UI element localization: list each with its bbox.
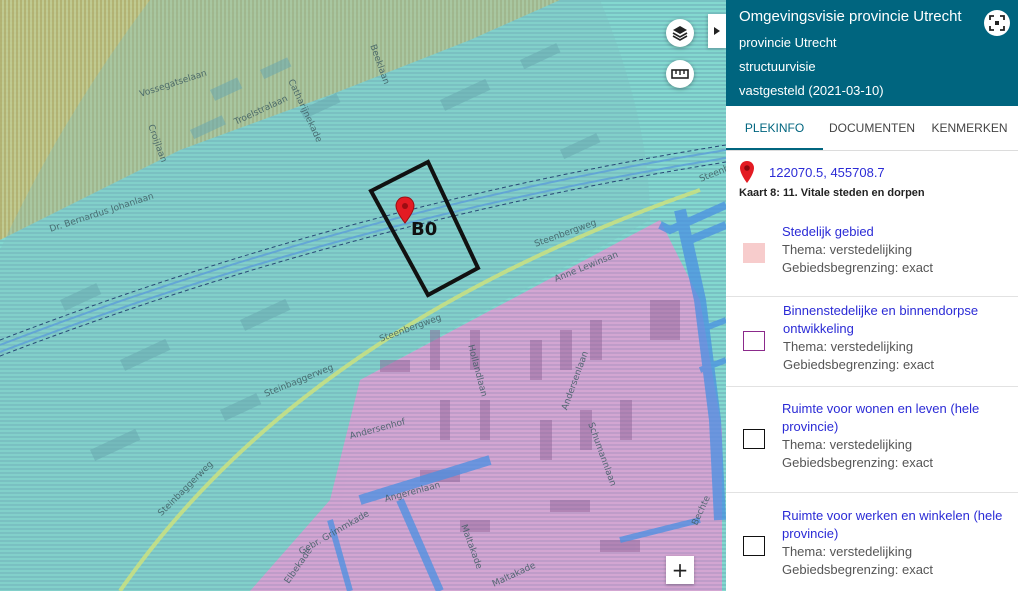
fullscreen-button[interactable] bbox=[984, 10, 1010, 36]
zoom-in-button[interactable]: + bbox=[666, 556, 694, 584]
legend-entry: Ruimte voor werken en winkelen (hele pro… bbox=[782, 507, 1012, 579]
divider bbox=[726, 296, 1018, 297]
entry-thema: Thema: verstedelijking bbox=[782, 544, 913, 559]
map-canvas[interactable] bbox=[0, 0, 726, 591]
legend-swatch bbox=[743, 331, 765, 351]
panel-tabs: PLEKINFO DOCUMENTEN KENMERKEN bbox=[726, 106, 1018, 151]
entry-title-link[interactable]: Binnenstedelijke en binnendorpse ontwikk… bbox=[783, 302, 1013, 338]
entry-title-link[interactable]: Stedelijk gebied bbox=[782, 223, 1012, 241]
legend-entry: Ruimte voor wonen en leven (hele provinc… bbox=[782, 400, 1012, 472]
legend-entry: Stedelijk gebied Thema: verstedelijking … bbox=[782, 223, 1012, 277]
ruler-icon bbox=[671, 69, 689, 79]
collapse-panel-button[interactable] bbox=[708, 14, 726, 48]
entry-thema: Thema: verstedelijking bbox=[783, 339, 914, 354]
tab-plekinfo[interactable]: PLEKINFO bbox=[726, 106, 823, 150]
legend-entry: Binnenstedelijke en binnendorpse ontwikk… bbox=[783, 302, 1013, 374]
location-pin-icon bbox=[740, 161, 754, 183]
entry-thema: Thema: verstedelijking bbox=[782, 242, 913, 257]
fullscreen-icon bbox=[989, 15, 1005, 31]
legend-swatch bbox=[743, 536, 765, 556]
entry-thema: Thema: verstedelijking bbox=[782, 437, 913, 452]
entry-begrenzing: Gebiedsbegrenzing: exact bbox=[782, 260, 934, 275]
tab-kenmerken[interactable]: KENMERKEN bbox=[921, 106, 1018, 150]
plan-title: Omgevingsvisie provincie Utrecht bbox=[739, 8, 962, 25]
info-panel: Omgevingsvisie provincie Utrecht provinc… bbox=[726, 0, 1018, 591]
divider bbox=[726, 492, 1018, 493]
entry-title-link[interactable]: Ruimte voor werken en winkelen (hele pro… bbox=[782, 507, 1012, 543]
entry-begrenzing: Gebiedsbegrenzing: exact bbox=[783, 357, 935, 372]
legend-swatch bbox=[743, 243, 765, 263]
coordinates-link[interactable]: 122070.5, 455708.7 bbox=[769, 165, 885, 180]
map-view[interactable]: Vossegatselaan Croijlaan Troelstralaan C… bbox=[0, 0, 726, 591]
kaart-heading: Kaart 8: 11. Vitale steden en dorpen bbox=[739, 187, 925, 199]
tab-documenten[interactable]: DOCUMENTEN bbox=[823, 106, 921, 150]
entry-title-link[interactable]: Ruimte voor wonen en leven (hele provinc… bbox=[782, 400, 1012, 436]
panel-header: Omgevingsvisie provincie Utrecht provinc… bbox=[726, 0, 1018, 106]
plan-status: vastgesteld (2021-03-10) bbox=[739, 83, 884, 98]
divider bbox=[726, 386, 1018, 387]
marker-label: B0 bbox=[411, 219, 438, 240]
layers-button[interactable] bbox=[666, 19, 694, 47]
plan-type: structuurvisie bbox=[739, 59, 816, 74]
chevron-right-icon bbox=[714, 27, 720, 35]
layers-icon bbox=[672, 26, 688, 41]
entry-begrenzing: Gebiedsbegrenzing: exact bbox=[782, 562, 934, 577]
plan-owner: provincie Utrecht bbox=[739, 35, 837, 50]
measure-button[interactable] bbox=[666, 60, 694, 88]
legend-swatch bbox=[743, 429, 765, 449]
entry-begrenzing: Gebiedsbegrenzing: exact bbox=[782, 455, 934, 470]
